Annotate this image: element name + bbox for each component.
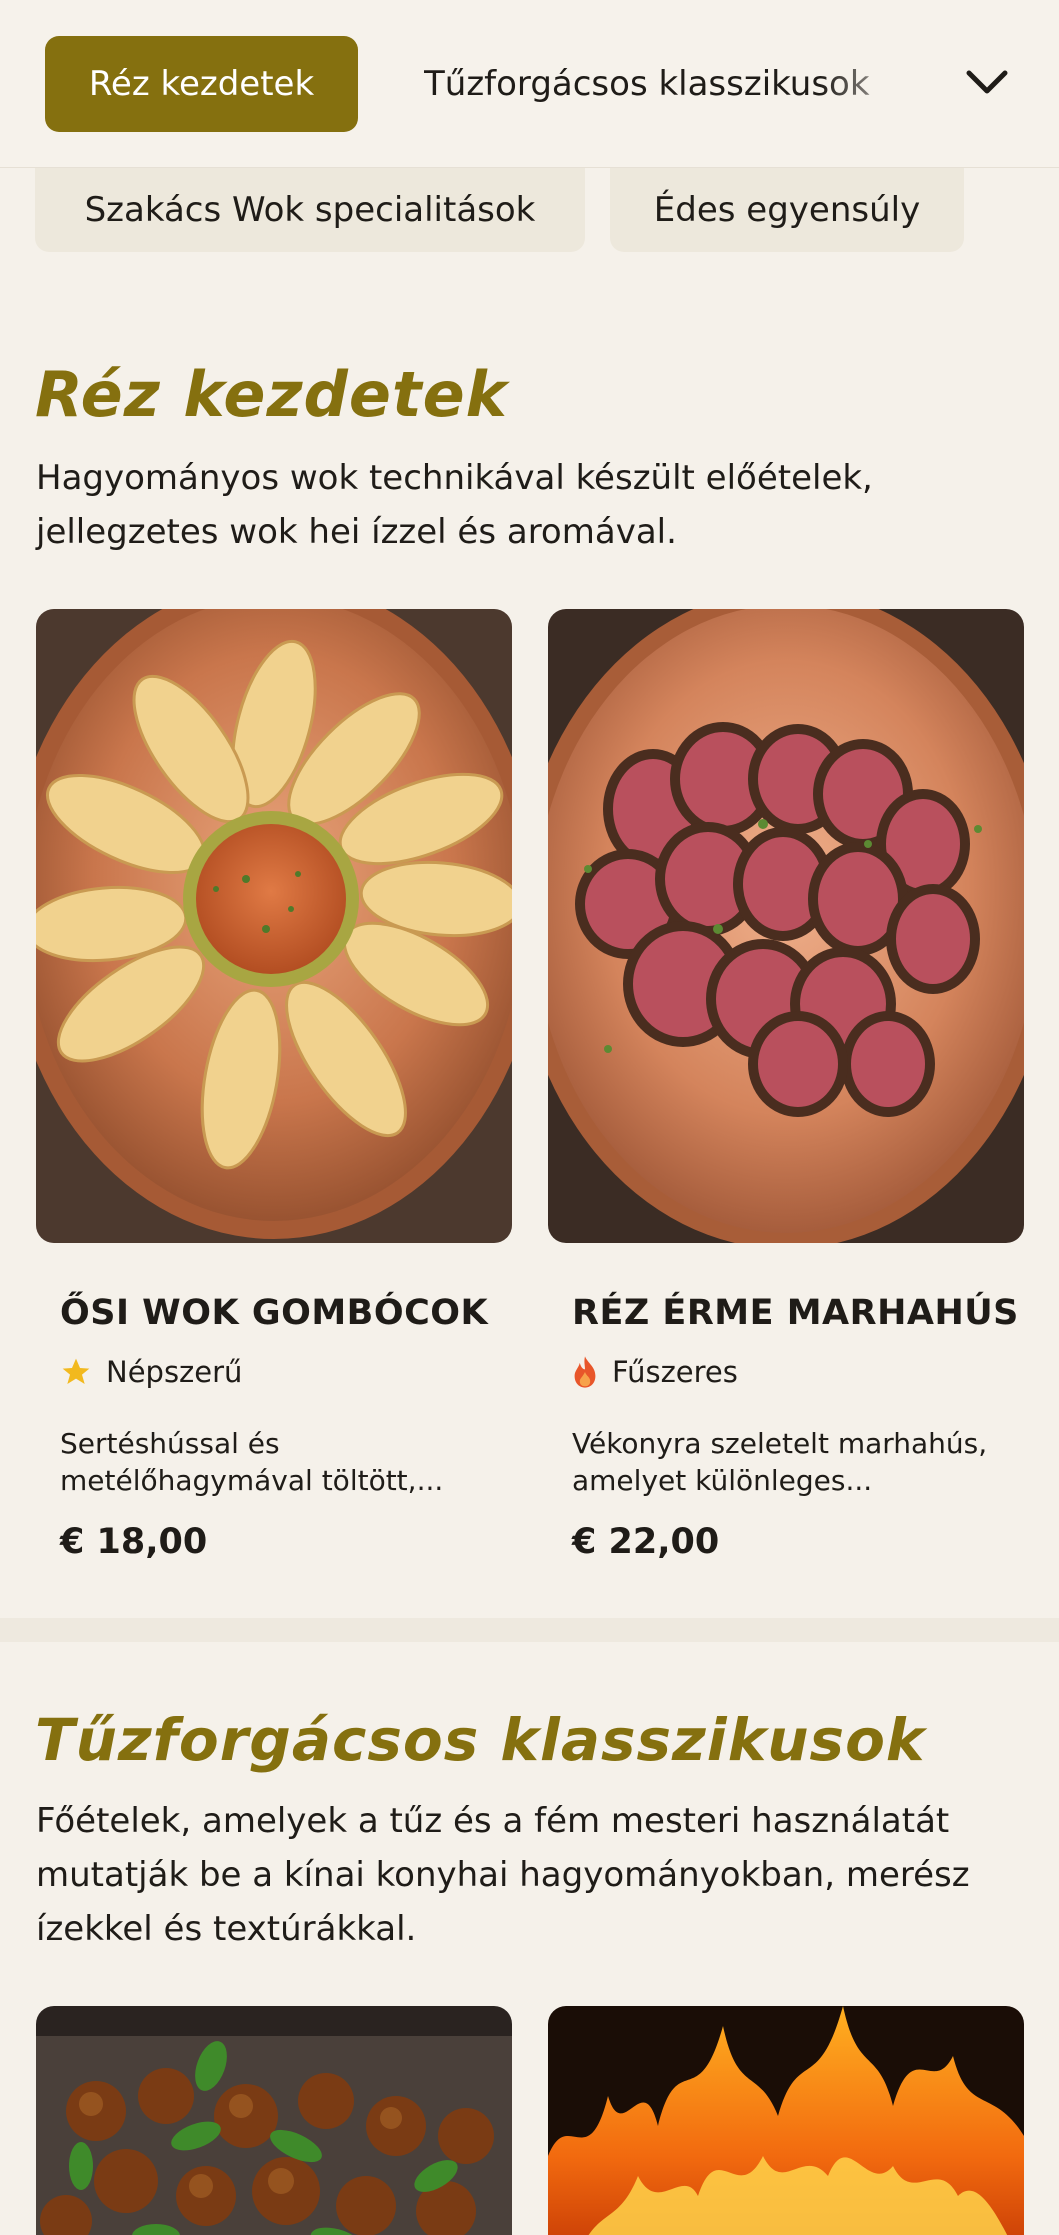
dish-price: € 22,00 (572, 1522, 720, 1562)
section-description: Főételek, amelyek a tűz és a fém mesteri… (36, 1801, 970, 1949)
category-tab-label: Tűzforgácsos klasszikusok (424, 64, 870, 104)
dish-name: ŐSI WOK GOMBÓCOK (60, 1293, 489, 1333)
flame-icon (574, 1356, 596, 1388)
section-description: Hagyományos wok technikával készült előé… (36, 458, 873, 552)
expand-categories-button[interactable] (955, 50, 1019, 114)
category-tab-copper-starters[interactable]: Réz kezdetek (45, 36, 358, 132)
dish-tag-label: Fűszeres (612, 1355, 738, 1389)
category-chip-sweet-balance[interactable]: Édes egyensúly (610, 168, 964, 252)
chevron-down-icon (966, 70, 1008, 94)
section-title: Réz kezdetek (35, 358, 508, 431)
dish-card-copper-beef[interactable] (548, 609, 1024, 1243)
dish-name: RÉZ ÉRME MARHAHÚS (572, 1293, 1019, 1333)
dish-photo-dumplings (36, 609, 512, 1243)
category-chip-label: Szakács Wok specialitások (84, 190, 536, 230)
category-tab-label: Réz kezdetek (88, 64, 315, 104)
dish-price: € 18,00 (60, 1522, 208, 1562)
category-nav: Réz kezdetek Tűzforgácsos klasszikusok (0, 0, 1059, 168)
star-icon (62, 1358, 90, 1384)
dish-photo-beef (548, 609, 1024, 1243)
dish-photo-fire (548, 2006, 1024, 2235)
dish-tag: Népszerű (60, 1355, 242, 1389)
dish-description: Sertéshússal és metélőhagymával töltött,… (60, 1427, 444, 1497)
dish-photo-stir-fry (36, 2006, 512, 2235)
dish-card-dumplings[interactable] (36, 609, 512, 1243)
dish-description: Vékonyra szeletelt marhahús, amelyet kül… (572, 1427, 988, 1497)
dish-tag-label: Népszerű (106, 1355, 243, 1389)
dish-card-fire[interactable] (548, 2006, 1024, 2235)
section-title: Tűzforgácsos klasszikusok (35, 1706, 926, 1774)
category-chip-chef-wok[interactable]: Szakács Wok specialitások (35, 168, 585, 252)
dish-card-stir-fry[interactable] (36, 2006, 512, 2235)
category-chip-label: Édes egyensúly (653, 190, 921, 230)
section-divider (0, 1618, 1059, 1642)
scroll-fade (820, 0, 950, 166)
dish-tag: Fűszeres (572, 1355, 738, 1389)
